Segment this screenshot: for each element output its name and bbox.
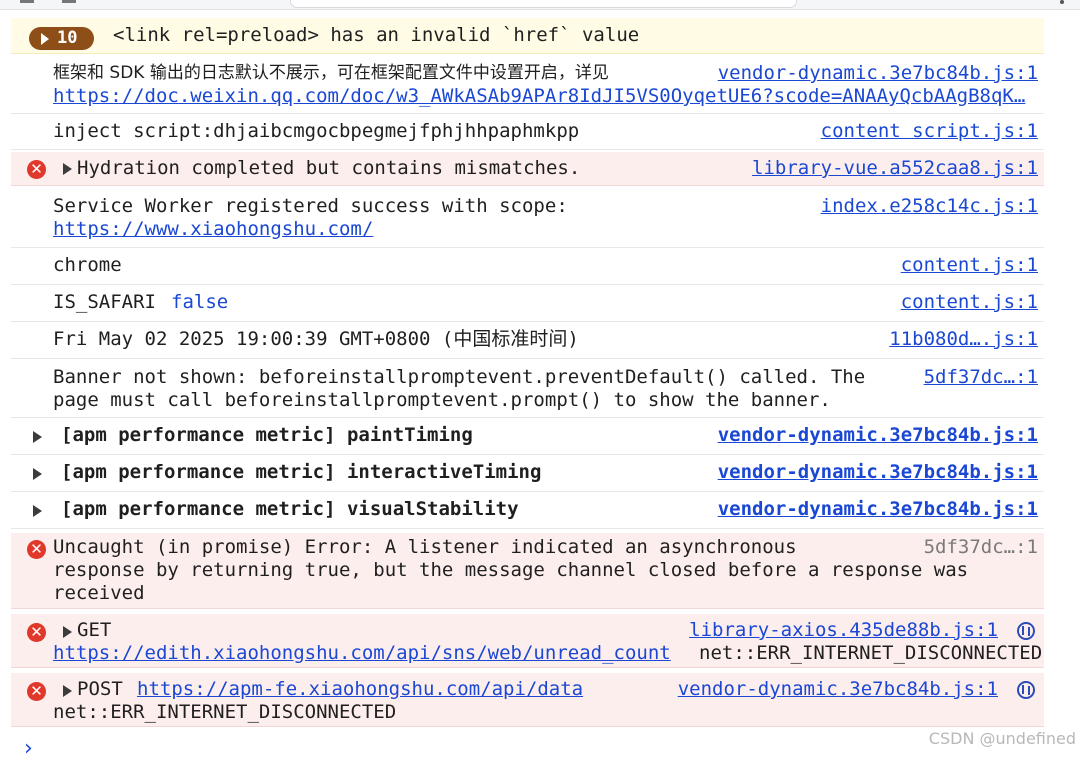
network-error-row[interactable]: ✕ GET library-axios.435de88b.js:1 https:… <box>11 614 1044 668</box>
expand-triangle-icon[interactable] <box>33 505 42 517</box>
error-row: ✕ Uncaught (in promise) Error: A listene… <box>11 533 1044 609</box>
source-link[interactable]: vendor-dynamic.3e7bc84b.js:1 <box>718 424 1038 447</box>
more-options-icon[interactable] <box>1060 0 1064 4</box>
log-text: Fri May 02 2025 19:00:39 GMT+0800 (中国标准时… <box>53 328 579 350</box>
error-text: response by returning true, but the mess… <box>53 559 969 581</box>
expand-triangle-icon[interactable] <box>63 163 72 175</box>
error-text: received <box>53 582 145 604</box>
log-row: inject script:dhjaibcmgocbpegmejfphjhhpa… <box>11 114 1044 150</box>
request-status: net::ERR_INTERNET_DISCONNECTED <box>699 642 1043 664</box>
log-text: page must call beforeinstallpromptevent.… <box>53 389 831 411</box>
error-circle-icon: ✕ <box>27 160 46 179</box>
warning-message: <link rel=preload> has an invalid `href`… <box>113 24 640 46</box>
expand-triangle-icon <box>41 33 49 45</box>
log-row: Banner not shown: beforeinstallprompteve… <box>11 359 1044 418</box>
error-circle-icon: ✕ <box>27 540 46 559</box>
source-link[interactable]: vendor-dynamic.3e7bc84b.js:1 <box>718 461 1038 484</box>
log-row: IS_SAFARI false content.js:1 <box>11 285 1044 322</box>
expand-triangle-icon[interactable] <box>63 626 72 638</box>
error-text: Uncaught (in promise) Error: A listener … <box>53 536 797 558</box>
request-url[interactable]: https://apm-fe.xiaohongshu.com/api/data <box>137 678 583 701</box>
request-method: POST <box>77 678 123 700</box>
devtools-toolbar <box>0 0 1080 10</box>
toolbar-icon[interactable] <box>20 0 34 3</box>
log-group-row[interactable]: [apm performance metric] interactiveTimi… <box>11 455 1044 492</box>
expand-triangle-icon[interactable] <box>33 431 42 443</box>
log-row: Service Worker registered success with s… <box>11 188 1044 248</box>
error-circle-icon: ✕ <box>27 682 46 701</box>
scope-link[interactable]: https://www.xiaohongshu.com/ <box>53 218 373 241</box>
log-text: IS_SAFARI <box>53 291 156 313</box>
expand-triangle-icon[interactable] <box>63 685 72 697</box>
console-prompt-icon[interactable]: › <box>24 738 33 760</box>
doc-link[interactable]: https://doc.weixin.qq.com/doc/w3_AWkASAb… <box>53 85 1025 108</box>
request-url[interactable]: https://edith.xiaohongshu.com/api/sns/we… <box>53 642 671 665</box>
warning-group-row[interactable]: 10 <link rel=preload> has an invalid `hr… <box>11 18 1044 54</box>
log-row: 框架和 SDK 输出的日志默认不展示，可在框架配置文件中设置开启，详见 vend… <box>11 54 1044 114</box>
network-request-icon[interactable] <box>1017 681 1035 699</box>
network-error-row[interactable]: ✕ POST https://apm-fe.xiaohongshu.com/ap… <box>11 673 1044 727</box>
log-text: [apm performance metric] interactiveTimi… <box>61 461 542 483</box>
error-text: Hydration completed but contains mismatc… <box>77 157 581 179</box>
source-link[interactable]: content.js:1 <box>901 291 1038 314</box>
source-link[interactable]: content.js:1 <box>901 254 1038 277</box>
source-link[interactable]: vendor-dynamic.3e7bc84b.js:1 <box>678 678 998 701</box>
warning-count-badge[interactable]: 10 <box>29 27 94 50</box>
source-link[interactable]: vendor-dynamic.3e7bc84b.js:1 <box>718 62 1038 85</box>
network-request-icon[interactable] <box>1017 622 1035 640</box>
source-link[interactable]: library-vue.a552caa8.js:1 <box>752 157 1038 180</box>
log-text: 框架和 SDK 输出的日志默认不展示，可在框架配置文件中设置开启，详见 <box>53 63 609 83</box>
source-link[interactable]: content script.js:1 <box>821 120 1038 143</box>
log-text: chrome <box>53 254 122 276</box>
log-row: chrome content.js:1 <box>11 248 1044 285</box>
request-status: net::ERR_INTERNET_DISCONNECTED <box>53 701 397 723</box>
log-row: Fri May 02 2025 19:00:39 GMT+0800 (中国标准时… <box>11 322 1044 359</box>
toolbar-icon[interactable] <box>62 0 76 3</box>
request-method: GET <box>77 619 112 641</box>
log-text: Banner not shown: beforeinstallprompteve… <box>53 366 866 388</box>
source-link[interactable]: 5df37dc…:1 <box>924 366 1038 389</box>
source-link[interactable]: vendor-dynamic.3e7bc84b.js:1 <box>718 498 1038 521</box>
log-group-row[interactable]: [apm performance metric] visualStability… <box>11 492 1044 529</box>
source-link[interactable]: 11b080d….js:1 <box>889 328 1038 351</box>
watermark: CSDN @undefined <box>928 729 1076 748</box>
expand-triangle-icon[interactable] <box>33 468 42 480</box>
source-link[interactable]: library-axios.435de88b.js:1 <box>689 619 998 642</box>
log-text: [apm performance metric] paintTiming <box>61 424 473 446</box>
filter-input[interactable] <box>290 0 797 8</box>
log-text: [apm performance metric] visualStability <box>61 498 519 520</box>
source-link[interactable]: index.e258c14c.js:1 <box>821 195 1038 218</box>
log-text: Service Worker registered success with s… <box>53 195 568 217</box>
error-circle-icon: ✕ <box>27 623 46 642</box>
log-text: inject script:dhjaibcmgocbpegmejfphjhhpa… <box>53 120 580 142</box>
error-row[interactable]: ✕ Hydration completed but contains misma… <box>11 152 1044 186</box>
source-link[interactable]: 5df37dc…:1 <box>924 536 1038 559</box>
log-value: false <box>171 291 229 313</box>
log-group-row[interactable]: [apm performance metric] paintTiming ven… <box>11 418 1044 455</box>
